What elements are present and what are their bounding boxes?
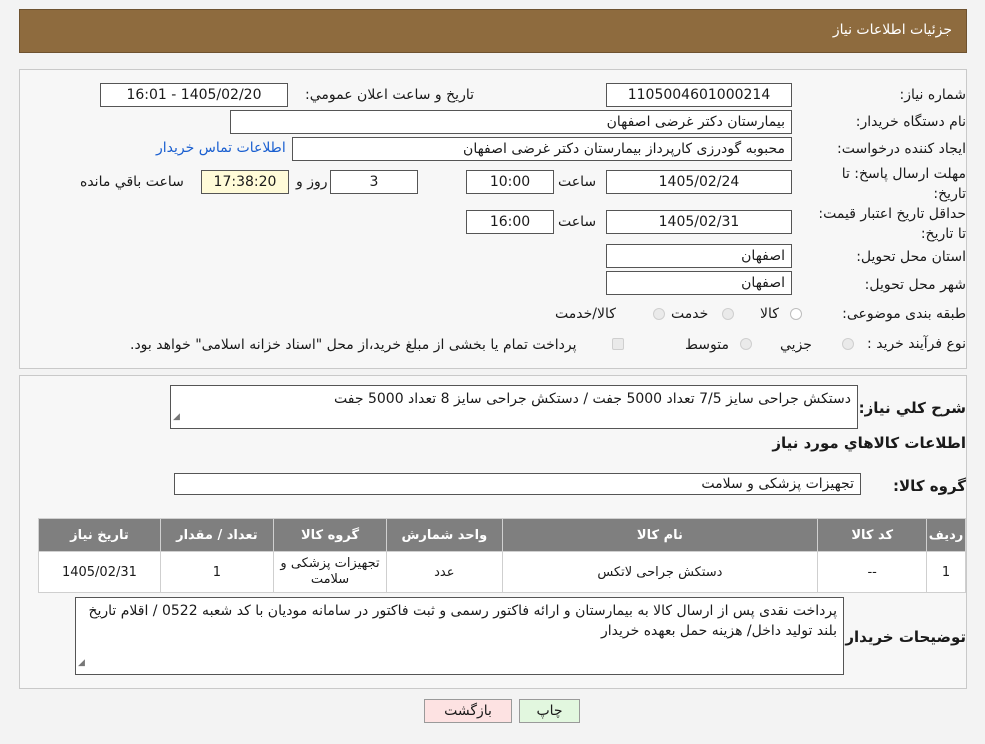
buyer-org-label: نام دستگاه خريدار: (855, 114, 966, 130)
cell-date: 1405/02/31 (38, 551, 161, 593)
remaining-label: ساعت باقي مانده (80, 174, 184, 190)
col-unit: واحد شمارش (386, 518, 503, 552)
cell-unit: عدد (386, 551, 503, 593)
deadline-time-field: 10:00 (466, 170, 554, 194)
category-radio-goods-service[interactable] (653, 308, 665, 320)
category-option-goods-service: کالا/خدمت (555, 306, 616, 322)
days-label: روز و (296, 174, 328, 190)
creator-field: محبوبه گودرزی کارپرداز بیمارستان دکتر غر… (292, 137, 792, 161)
creator-label: ايجاد کننده درخواست: (837, 141, 966, 157)
remaining-time-field: 17:38:20 (201, 170, 289, 194)
col-group: گروه کالا (272, 518, 388, 552)
category-option-service: خدمت (671, 306, 709, 322)
process-option-medium: متوسط (685, 337, 729, 353)
table-header-row: رديف کد کالا نام کالا واحد شمارش گروه کا… (38, 518, 966, 552)
buyer-notes-label: توضيحات خريدار: (839, 628, 966, 646)
summary-label: شرح کلي نياز: (858, 399, 966, 417)
items-section-title: اطلاعات کالاهاي مورد نياز (772, 434, 966, 452)
table-row: 1 -- دستکش جراحی لاتکس عدد تجهیزات پزشکی… (38, 551, 966, 593)
back-button[interactable]: بازگشت (424, 699, 512, 723)
goods-group-field: تجهیزات پزشکی و سلامت (174, 473, 861, 495)
remaining-days-field: 3 (330, 170, 418, 194)
summary-text: دستکش جراحی سایز 7/5 تعداد 5000 جفت / دس… (334, 391, 851, 407)
cell-code: -- (817, 551, 928, 593)
category-label: طبقه بندی موضوعی: (842, 306, 966, 322)
deadline-time-label: ساعت (558, 174, 597, 190)
treasury-checkbox[interactable] (612, 338, 624, 350)
buyer-notes-textarea: پرداخت نقدی پس از ارسال کالا به بیمارستا… (75, 597, 844, 675)
col-qty: تعداد / مقدار (159, 518, 274, 552)
resize-grip-icon: ◢ (173, 412, 180, 422)
announce-datetime-field: 1405/02/20 - 16:01 (100, 83, 288, 107)
validity-time-field: 16:00 (466, 210, 554, 234)
cell-row: 1 (926, 551, 966, 593)
process-option-minor: جزيي (780, 337, 812, 353)
print-button[interactable]: چاپ (519, 699, 580, 723)
category-option-goods: کالا (760, 306, 779, 322)
deadline-label: مهلت ارسال پاسخ: تا تاريخ: (841, 166, 966, 202)
buyer-org-field: بیمارستان دکتر غرضی اصفهان (230, 110, 792, 134)
col-name: نام کالا (501, 518, 819, 552)
province-field: اصفهان (606, 244, 792, 268)
validity-date-field: 1405/02/31 (606, 210, 792, 234)
treasury-note: پرداخت تمام يا بخشی از مبلغ خريد،از محل … (130, 337, 577, 353)
page-title: جزئیات اطلاعات نیاز (832, 22, 952, 38)
page-header: جزئیات اطلاعات نیاز (19, 9, 967, 53)
process-radio-medium[interactable] (740, 338, 752, 350)
cell-group: تجهیزات پزشکی و سلامت (272, 551, 388, 593)
summary-textarea: دستکش جراحی سایز 7/5 تعداد 5000 جفت / دس… (170, 385, 858, 429)
buyer-notes-text: پرداخت نقدی پس از ارسال کالا به بیمارستا… (88, 603, 837, 639)
items-table: رديف کد کالا نام کالا واحد شمارش گروه کا… (38, 518, 966, 593)
province-label: استان محل تحويل: (856, 249, 966, 265)
category-radio-service[interactable] (722, 308, 734, 320)
deadline-date-field: 1405/02/24 (606, 170, 792, 194)
city-field: اصفهان (606, 271, 792, 295)
city-label: شهر محل تحويل: (864, 277, 966, 293)
process-label: نوع فرآيند خريد : (867, 336, 966, 352)
cell-name: دستکش جراحی لاتکس (501, 551, 819, 593)
need-number-label: شماره نیاز: (899, 87, 967, 103)
validity-time-label: ساعت (558, 214, 597, 230)
category-radio-goods[interactable] (790, 308, 802, 320)
col-date: تاريخ نياز (38, 518, 161, 552)
goods-group-label: گروه کالا: (893, 477, 966, 495)
validity-label: حداقل تاريخ اعتبار قيمت: تا تاريخ: (818, 206, 966, 242)
process-radio-minor[interactable] (842, 338, 854, 350)
col-row: رديف (926, 518, 966, 552)
buyer-contact-link[interactable]: اطلاعات تماس خريدار (156, 140, 286, 156)
need-number-field: 1105004601000214 (606, 83, 792, 107)
cell-qty: 1 (159, 551, 274, 593)
resize-grip-icon: ◢ (78, 658, 85, 668)
announce-label: تاریخ و ساعت اعلان عمومي: (305, 87, 474, 103)
col-code: کد کالا (817, 518, 928, 552)
